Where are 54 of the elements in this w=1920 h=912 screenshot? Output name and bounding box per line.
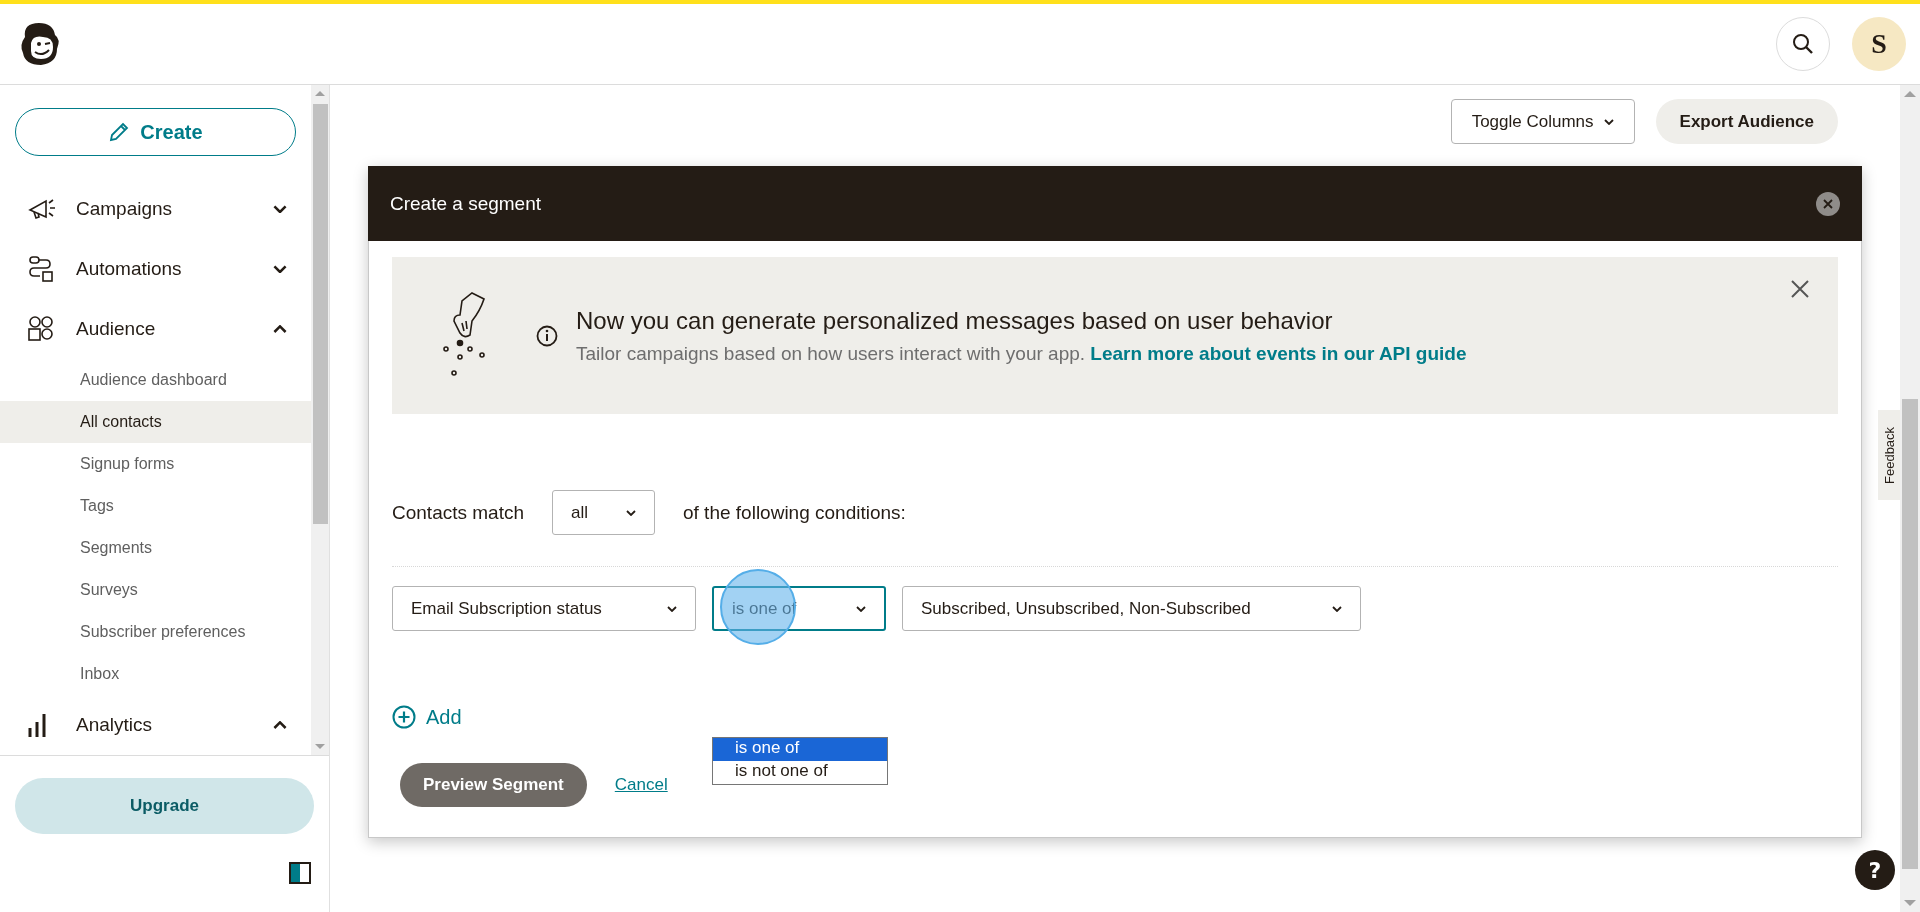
workflow-icon — [26, 254, 56, 284]
help-button[interactable]: ? — [1855, 850, 1895, 890]
nav-item[interactable]: Campaigns — [0, 179, 311, 239]
chevron-down-icon — [273, 204, 287, 214]
people-icon — [26, 314, 56, 344]
nav-subitem[interactable]: Signup forms — [0, 443, 311, 485]
chevron-down-icon — [626, 509, 636, 516]
user-avatar[interactable]: S — [1852, 17, 1906, 71]
add-button[interactable]: Add — [392, 705, 462, 729]
feedback-tab[interactable]: Feedback — [1878, 410, 1900, 500]
info-icon — [536, 324, 558, 347]
banner-title: Now you can generate personalized messages based on user behavior — [576, 306, 1334, 335]
match-select[interactable]: all — [552, 490, 655, 535]
chevron-down-icon — [273, 264, 287, 274]
pencil-icon — [108, 121, 131, 143]
chevron-down-icon — [667, 605, 677, 612]
match-suffix: of the following conditions: — [683, 501, 906, 524]
search-icon — [1792, 33, 1814, 55]
scrollbar[interactable] — [1900, 85, 1920, 912]
close-icon — [1790, 279, 1810, 299]
field-select[interactable]: Email Subscription status — [392, 586, 696, 631]
nav-subitem[interactable]: Tags — [0, 485, 311, 527]
create-button[interactable]: Create — [15, 108, 296, 156]
nav-subitem[interactable]: Inbox — [0, 653, 311, 695]
search-button[interactable] — [1776, 17, 1830, 71]
dropdown-option[interactable]: is one of — [713, 738, 887, 761]
nav-item[interactable]: Audience — [0, 299, 311, 359]
toggle-columns-button[interactable]: Toggle Columns — [1450, 99, 1635, 144]
chevron-down-icon — [1332, 605, 1342, 612]
chevron-down-icon — [1603, 118, 1614, 125]
chevron-up-icon — [273, 720, 287, 730]
chevron-up-icon — [273, 324, 287, 334]
modal-title: Create a segment — [390, 192, 542, 215]
panel-toggle-icon[interactable] — [289, 862, 311, 884]
chevron-down-icon — [856, 605, 866, 612]
nav-item[interactable]: Automations — [0, 239, 311, 299]
banner-text: Tailor campaigns based on how users interact with your app. Learn more about events in our API guide — [576, 342, 1467, 365]
nav-subitem[interactable]: Audience dashboard — [0, 359, 311, 401]
close-icon — [1823, 198, 1833, 209]
cancel-link[interactable]: Cancel — [614, 775, 668, 795]
close-button[interactable] — [1816, 191, 1840, 216]
value-select[interactable]: Subscribed, Unsubscribed, Non-Subscribed — [902, 586, 1361, 631]
nav-item[interactable]: Analytics — [0, 695, 311, 755]
nav-subitem[interactable]: Segments — [0, 527, 311, 569]
nav-subitem[interactable]: Subscriber preferences — [0, 611, 311, 653]
scrollbar[interactable] — [311, 85, 329, 755]
nav-subitem[interactable]: Surveys — [0, 569, 311, 611]
upgrade-button[interactable]: Upgrade — [15, 778, 314, 834]
nav-subitem[interactable]: All contacts — [0, 401, 311, 443]
preview-segment-button[interactable]: Preview Segment — [400, 763, 587, 807]
plus-circle-icon — [392, 705, 416, 729]
api-guide-link[interactable]: Learn more about events in our API guide — [1090, 342, 1467, 364]
match-label: Contacts match — [392, 501, 524, 524]
export-audience-button[interactable]: Export Audience — [1655, 99, 1838, 144]
